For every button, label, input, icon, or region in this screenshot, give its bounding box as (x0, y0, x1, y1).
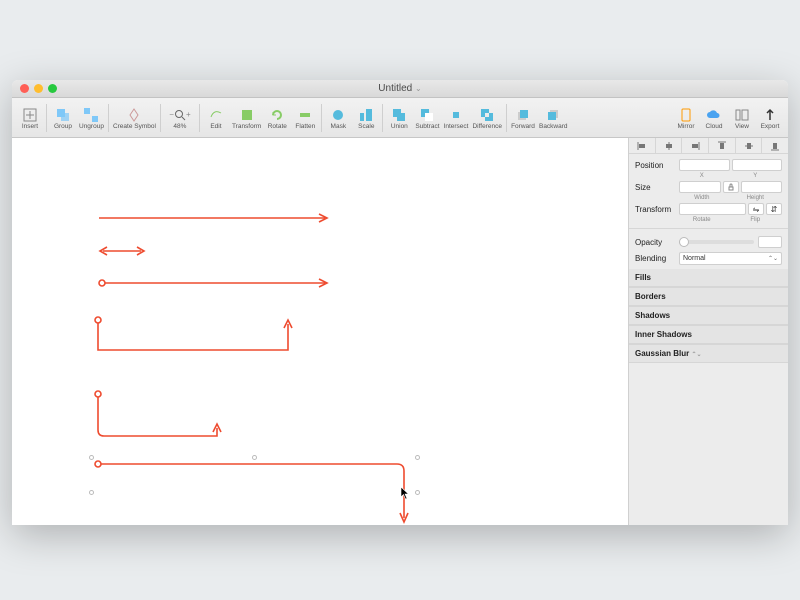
align-center-h-button[interactable] (656, 138, 683, 153)
canvas[interactable] (12, 138, 628, 525)
height-field[interactable] (741, 181, 783, 193)
transform-button[interactable]: Transform (230, 100, 263, 136)
insert-button[interactable]: Insert (16, 100, 44, 136)
position-y-field[interactable] (732, 159, 783, 171)
inspector-panel: Position XY Size WidthHeight Transform⇋⇵… (628, 138, 788, 525)
content-area: Position XY Size WidthHeight Transform⇋⇵… (12, 138, 788, 525)
align-top-button[interactable] (709, 138, 736, 153)
cloud-button[interactable]: Cloud (700, 100, 728, 136)
create-symbol-button[interactable]: Create Symbol (111, 100, 158, 136)
arrow-shape-4[interactable] (92, 314, 297, 356)
view-button[interactable]: View (728, 100, 756, 136)
blending-label: Blending (635, 254, 675, 263)
shadows-section[interactable]: Shadows (629, 306, 788, 325)
align-left-button[interactable] (629, 138, 656, 153)
position-label: Position (635, 161, 675, 170)
subtract-button[interactable]: Subtract (413, 100, 441, 136)
mask-button[interactable]: Mask (324, 100, 352, 136)
align-center-v-button[interactable] (736, 138, 763, 153)
window-title: Untitled ⌄ (12, 83, 788, 94)
intersect-button[interactable]: Intersect (442, 100, 471, 136)
width-field[interactable] (679, 181, 721, 193)
inner-shadows-section[interactable]: Inner Shadows (629, 325, 788, 344)
align-right-button[interactable] (682, 138, 709, 153)
toolbar: Insert Group Ungroup Create Symbol −+48%… (12, 98, 788, 138)
zoom-control[interactable]: −+48% (163, 100, 197, 136)
rotate-field[interactable] (679, 203, 746, 215)
opacity-label: Opacity (635, 238, 675, 247)
backward-button[interactable]: Backward (537, 100, 570, 136)
difference-button[interactable]: Difference (470, 100, 504, 136)
position-x-field[interactable] (679, 159, 730, 171)
align-toolbar (629, 138, 788, 154)
transform-label: Transform (635, 205, 675, 214)
scale-button[interactable]: Scale (352, 100, 380, 136)
flip-h-button[interactable]: ⇋ (748, 203, 764, 215)
forward-button[interactable]: Forward (509, 100, 537, 136)
opacity-field[interactable] (758, 236, 782, 248)
app-window: Untitled ⌄ Insert Group Ungroup Create S… (12, 80, 788, 525)
align-bottom-button[interactable] (762, 138, 788, 153)
rotate-button[interactable]: Rotate (263, 100, 291, 136)
union-button[interactable]: Union (385, 100, 413, 136)
flip-v-button[interactable]: ⇵ (766, 203, 782, 215)
arrow-shape-2[interactable] (97, 246, 147, 256)
export-button[interactable]: Export (756, 100, 784, 136)
mirror-button[interactable]: Mirror (672, 100, 700, 136)
size-label: Size (635, 183, 675, 192)
titlebar[interactable]: Untitled ⌄ (12, 80, 788, 98)
blending-select[interactable]: Normal⌃⌄ (679, 252, 782, 265)
opacity-slider[interactable] (679, 240, 754, 244)
gaussian-blur-section[interactable]: Gaussian Blur ⌃⌄ (629, 344, 788, 363)
borders-section[interactable]: Borders (629, 287, 788, 306)
arrow-shape-3[interactable] (97, 278, 333, 288)
chevron-down-icon[interactable]: ⌄ (415, 84, 422, 93)
arrow-shape-1[interactable] (97, 213, 333, 223)
group-button[interactable]: Group (49, 100, 77, 136)
flatten-button[interactable]: Flatten (291, 100, 319, 136)
ungroup-button[interactable]: Ungroup (77, 100, 106, 136)
lock-aspect-button[interactable] (723, 181, 739, 193)
cursor-icon (400, 486, 410, 500)
edit-button[interactable]: Edit (202, 100, 230, 136)
selection-handles[interactable] (92, 458, 417, 525)
fills-section[interactable]: Fills (629, 269, 788, 287)
arrow-shape-5[interactable] (92, 388, 227, 440)
